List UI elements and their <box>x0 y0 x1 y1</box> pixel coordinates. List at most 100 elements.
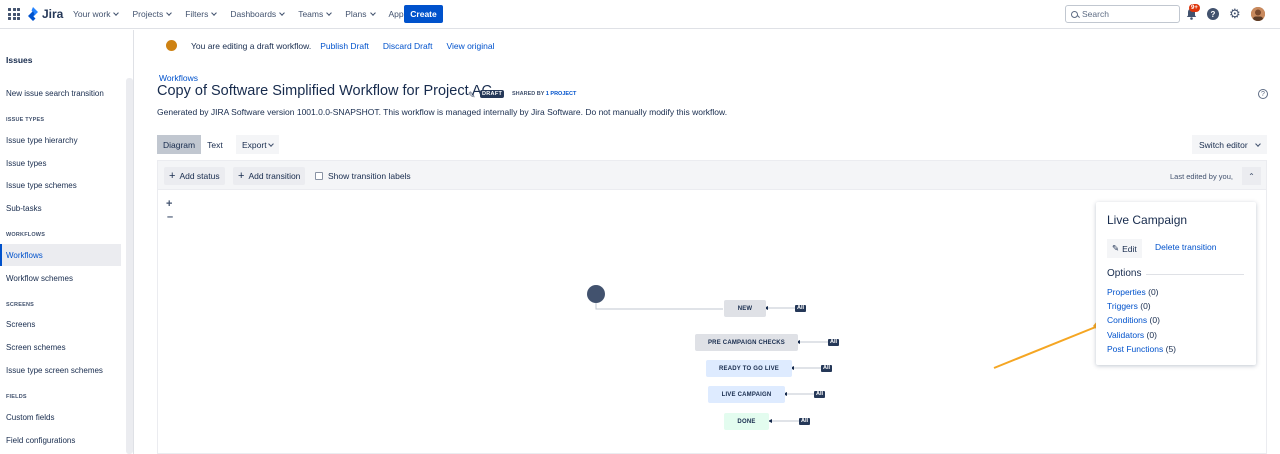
status-node-done[interactable]: DONE <box>724 413 769 430</box>
chevron-down-icon <box>326 10 333 16</box>
tab-text[interactable]: Text <box>201 135 229 154</box>
initial-state-node[interactable] <box>587 285 605 303</box>
collapse-icon[interactable]: ⌃ <box>1242 167 1261 185</box>
annotation-arrow-line <box>993 321 1109 369</box>
avatar-image <box>1250 7 1265 21</box>
last-edited-text: Last edited by you, <box>1170 172 1233 181</box>
conditions-link[interactable]: Conditions <box>1107 315 1147 325</box>
sidebar-item-field-configurations[interactable]: Field configurations <box>0 429 121 451</box>
add-transition-button[interactable]: + Add transition <box>233 167 306 185</box>
delete-transition-link[interactable]: Delete transition <box>1155 242 1216 252</box>
diagram-toolbar: + Add status + Add transition Show transit… <box>157 160 1267 190</box>
top-navigation: Jira Your work Projects Filters Dashboar… <box>0 0 1280 29</box>
view-tabs: Diagram Text <box>157 135 229 154</box>
add-status-button[interactable]: + Add status <box>164 167 225 185</box>
initial-transition-line <box>595 303 723 310</box>
chevron-down-icon <box>1254 140 1261 147</box>
option-properties: Properties (0) <box>1107 287 1159 297</box>
status-node-live-campaign[interactable]: LIVE CAMPAIGN <box>708 386 785 403</box>
help-icon[interactable]: ? <box>1207 8 1219 20</box>
nav-label: Dashboards <box>230 9 277 19</box>
chevron-down-icon <box>279 10 286 16</box>
jira-logo-icon <box>28 7 38 21</box>
notification-badge: 9+ <box>1189 4 1200 12</box>
chevron-down-icon <box>369 10 376 16</box>
switch-editor-label: Switch editor <box>1199 139 1248 150</box>
create-button[interactable]: Create <box>404 5 443 23</box>
sidebar-item-issue-type-hierarchy[interactable]: Issue type hierarchy <box>0 129 121 151</box>
sidebar-item-screen-schemes[interactable]: Screen schemes <box>0 336 121 358</box>
chevron-down-icon <box>267 140 274 147</box>
nav-label: Your work <box>73 9 111 19</box>
options-heading: Options <box>1107 268 1142 279</box>
status-node-pre-campaign-checks[interactable]: PRE CAMPAIGN CHECKS <box>695 334 798 351</box>
chevron-down-icon <box>166 10 173 16</box>
sidebar-item-issue-type-screen-schemes[interactable]: Issue type screen schemes <box>0 359 121 381</box>
status-node-ready-to-go-live[interactable]: READY TO GO LIVE <box>706 360 792 377</box>
add-transition-label: Add transition <box>248 171 301 181</box>
warning-icon <box>166 40 177 51</box>
draft-message: You are editing a draft workflow. <box>191 40 312 51</box>
plus-icon: + <box>238 170 245 182</box>
validators-link[interactable]: Validators <box>1107 330 1144 340</box>
sidebar-item-workflows[interactable]: Workflows <box>0 244 121 266</box>
sidebar-item-sub-tasks[interactable]: Sub-tasks <box>0 197 121 219</box>
shared-projects-link[interactable]: 1 PROJECT <box>546 91 577 97</box>
sidebar-item-workflow-schemes[interactable]: Workflow schemes <box>0 267 121 289</box>
all-transition-badge[interactable]: All <box>828 339 840 346</box>
sidebar-item-new-issue-search[interactable]: New issue search transition <box>0 82 121 104</box>
export-dropdown[interactable]: Export <box>236 135 279 154</box>
discard-draft-link[interactable]: Discard Draft <box>383 41 433 51</box>
help-circle-icon[interactable]: ? <box>1258 89 1268 99</box>
settings-gear-icon[interactable]: ⚙ <box>1229 7 1241 20</box>
edit-pencil-icon[interactable]: ✎ <box>468 90 476 101</box>
sidebar-item-issue-type-schemes[interactable]: Issue type schemes <box>0 174 121 196</box>
nav-teams[interactable]: Teams <box>291 8 338 20</box>
nav-plans[interactable]: Plans <box>338 8 381 20</box>
publish-draft-link[interactable]: Publish Draft <box>320 41 369 51</box>
edit-button[interactable]: ✎ Edit <box>1107 239 1142 258</box>
export-label: Export <box>242 139 267 150</box>
search-input[interactable]: Search <box>1065 5 1180 23</box>
primary-nav: Your work Projects Filters Dashboards Te… <box>66 8 423 20</box>
option-count: (0) <box>1148 287 1159 297</box>
sidebar-item-custom-fields[interactable]: Custom fields <box>0 406 121 428</box>
post-functions-link[interactable]: Post Functions <box>1107 344 1163 354</box>
generated-description: Generated by JIRA Software version 1001.… <box>157 107 728 117</box>
sidebar-item-screens[interactable]: Screens <box>0 313 121 335</box>
draft-lozenge: DRAFT <box>480 90 505 98</box>
triggers-link[interactable]: Triggers <box>1107 301 1138 311</box>
properties-link[interactable]: Properties <box>1107 287 1146 297</box>
tab-diagram[interactable]: Diagram <box>157 135 202 154</box>
view-original-link[interactable]: View original <box>446 41 494 51</box>
status-node-new[interactable]: NEW <box>724 300 766 317</box>
pencil-icon: ✎ <box>1112 243 1120 253</box>
sidebar-scrollbar[interactable] <box>126 78 133 454</box>
all-transition-badge[interactable]: All <box>821 365 833 372</box>
nav-dashboards[interactable]: Dashboards <box>223 8 291 20</box>
all-transition-badge[interactable]: All <box>795 305 807 312</box>
sidebar-item-issue-types[interactable]: Issue types <box>0 152 121 174</box>
all-transition-badge[interactable]: All <box>799 418 811 425</box>
chevron-down-icon <box>113 10 120 16</box>
nav-label: Filters <box>185 9 209 19</box>
transition-details-panel: Live Campaign ✎ Edit Delete transition Op… <box>1096 202 1256 365</box>
breadcrumb[interactable]: Workflows <box>159 73 198 83</box>
user-avatar[interactable] <box>1250 7 1265 21</box>
nav-projects[interactable]: Projects <box>125 8 178 20</box>
jira-logo[interactable]: Jira <box>27 7 63 21</box>
all-transition-badge[interactable]: All <box>814 391 826 398</box>
sidebar-section-fields: FIELDS <box>6 394 27 400</box>
show-transition-labels-label[interactable]: Show transition labels <box>328 171 411 181</box>
shared-prefix: SHARED BY <box>512 91 545 97</box>
sidebar-section-issue-types: ISSUE TYPES <box>6 117 45 123</box>
switch-editor-dropdown[interactable]: Switch editor <box>1192 135 1267 154</box>
show-transition-labels-checkbox[interactable] <box>315 172 323 180</box>
add-status-label: Add status <box>179 171 220 181</box>
option-count: (0) <box>1149 315 1160 325</box>
logo-text: Jira <box>42 7 64 21</box>
app-switcher-icon[interactable] <box>8 8 20 20</box>
plus-icon: + <box>169 170 176 182</box>
nav-your-work[interactable]: Your work <box>66 8 125 20</box>
nav-filters[interactable]: Filters <box>178 8 223 20</box>
